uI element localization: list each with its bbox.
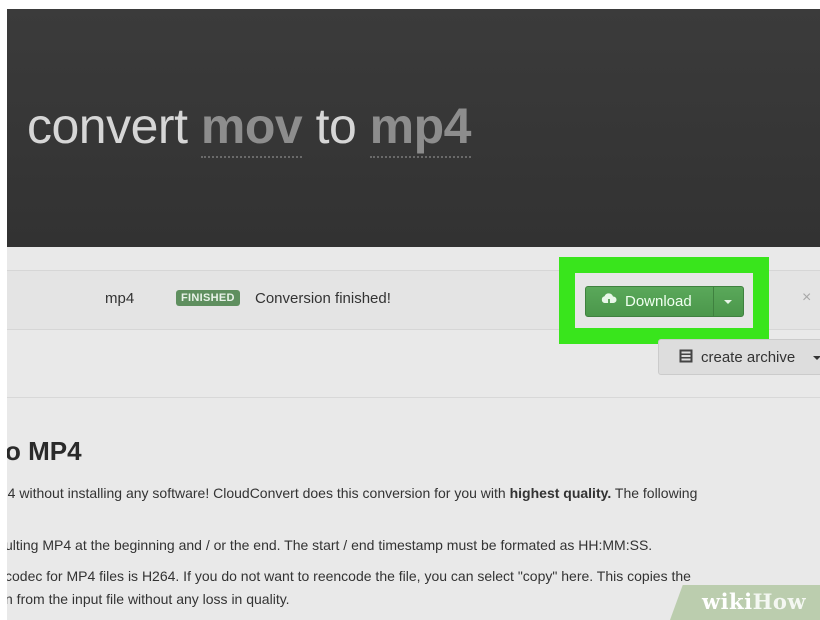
wikihow-watermark: wikiHow	[702, 589, 806, 614]
description-line: n from the input file without any loss i…	[7, 591, 290, 607]
output-format: mp4	[105, 290, 135, 307]
bold-text: highest quality.	[509, 485, 612, 501]
hero-header: convert mov to mp4	[7, 9, 820, 247]
create-archive-label: create archive	[701, 349, 796, 366]
title-text: to	[302, 98, 370, 154]
download-highlight-inner: Download	[575, 273, 753, 328]
description-line: '4 without installing any software! Clou…	[7, 485, 697, 501]
button-separator	[713, 287, 714, 316]
cloud-download-icon	[601, 293, 617, 309]
target-format-selector[interactable]: mp4	[369, 98, 471, 158]
app-window: convert mov to mp4 mp4 FINISHED Conversi…	[7, 9, 820, 620]
text: The following	[611, 485, 698, 501]
description-line: ulting MP4 at the beginning and / or the…	[7, 537, 653, 553]
title-text: convert	[27, 98, 201, 154]
watermark-text: How	[752, 589, 807, 614]
download-button[interactable]: Download	[585, 286, 744, 317]
source-format-selector[interactable]: mov	[200, 98, 303, 158]
section-heading: o MP4	[7, 436, 82, 466]
archive-icon	[679, 349, 693, 363]
status-badge: FINISHED	[176, 290, 240, 306]
divider	[7, 397, 820, 398]
download-label: Download	[625, 293, 692, 310]
watermark-text: wiki	[702, 589, 753, 614]
page-title: convert mov to mp4	[27, 97, 471, 158]
create-archive-button[interactable]: create archive	[658, 339, 820, 375]
description-line: codec for MP4 files is H264. If you do n…	[7, 568, 691, 584]
close-icon[interactable]: ×	[802, 289, 811, 307]
text: '4 without installing any software! Clou…	[7, 485, 510, 501]
status-text: Conversion finished!	[255, 290, 391, 307]
chevron-down-icon[interactable]	[724, 300, 732, 304]
chevron-down-icon	[813, 356, 820, 360]
download-highlight: Download	[559, 257, 769, 344]
